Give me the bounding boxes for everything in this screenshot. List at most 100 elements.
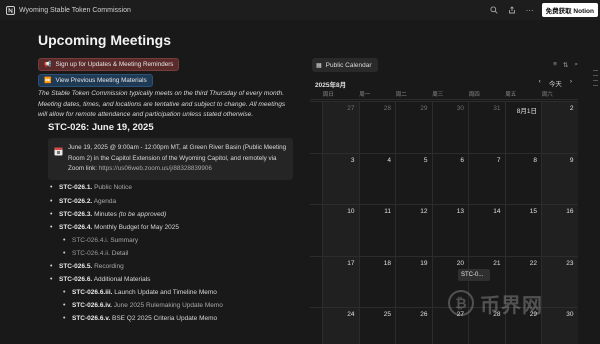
calendar-day[interactable]: 19 <box>395 256 432 308</box>
day-number: 13 <box>456 208 464 215</box>
watermark-text: 币界网 <box>480 294 543 317</box>
weekday-label: 周一 <box>359 92 371 98</box>
public-calendar-label: Public Calendar <box>325 61 372 69</box>
signup-button-label: Sign up for Updates & Meeting Reminders <box>55 61 174 68</box>
agenda-item[interactable]: • STC-026.1. Public Notice <box>50 184 132 191</box>
search-icon[interactable] <box>488 4 500 16</box>
notion-logo-icon <box>5 5 15 15</box>
calendar-day[interactable]: 6 <box>431 153 469 205</box>
next-month-icon[interactable]: › <box>570 78 572 88</box>
calendar-day[interactable]: 31 <box>468 102 505 153</box>
calendar-day[interactable]: 13 <box>431 205 469 256</box>
calendar-grid: 周日 周一 周二 周三 周四 周五 周六 27 28 29 30 31 8月1日 2 3 4 5 6 7 8 9 10 1… <box>310 90 578 344</box>
callout-text: June 19, 2025 @ 9:00am - 12:00pm MT, at … <box>68 143 290 175</box>
day-number: 3 <box>350 156 355 164</box>
calendar-day[interactable]: 4 <box>358 153 396 205</box>
day-number: 9 <box>569 156 574 164</box>
calendar-day[interactable]: 16 <box>541 205 578 256</box>
watermark: ₿ 币界网 <box>448 286 588 320</box>
calendar-tools: ≡ ⇅ ⌕ <box>553 61 578 69</box>
calendar-day[interactable]: 3 <box>322 153 359 205</box>
day-number: 25 <box>383 311 391 318</box>
double-arrow-icon: ⏩ <box>44 78 52 84</box>
agenda-item[interactable]: • STC-026.6. Additional Materials <box>50 276 150 283</box>
agenda-item[interactable]: • STC-026.2. Agenda <box>50 198 116 205</box>
calendar-view-icon: ▦ <box>316 62 322 69</box>
window-title: Wyoming Stable Token Commission <box>19 6 131 14</box>
calendar-day[interactable]: 10 <box>322 205 359 256</box>
day-number: 20 <box>456 259 464 267</box>
weekday-label: 周三 <box>432 92 444 98</box>
month-label: 2025年8月 <box>315 82 347 89</box>
zoom-link[interactable]: https://us06web.zoom.us/j/88328839906 <box>99 165 212 172</box>
day-number: 28 <box>383 105 391 112</box>
day-number: 17 <box>347 259 355 267</box>
calendar-day[interactable]: 8月1日 <box>504 102 542 153</box>
day-number: 6 <box>460 156 464 164</box>
agenda-subitem[interactable]: • STC-026.4.i. Summary <box>63 237 138 244</box>
meeting-heading: STC-026: June 19, 2025 <box>48 122 154 133</box>
share-icon[interactable] <box>506 4 518 16</box>
calendar-day[interactable]: 9 <box>541 153 578 205</box>
calendar-day[interactable]: 17 <box>322 256 359 308</box>
calendar-day[interactable]: 30 <box>431 102 469 153</box>
calendar-day[interactable]: 18 <box>358 256 396 308</box>
signup-button[interactable]: 📢 Sign up for Updates & Meeting Reminder… <box>38 58 180 71</box>
day-number: 12 <box>420 208 428 215</box>
get-notion-button[interactable]: 免费获取 Notion <box>541 3 598 17</box>
day-number: 31 <box>493 105 501 112</box>
previous-materials-button[interactable]: ⏩ View Previous Meeting Materials <box>38 74 153 87</box>
day-number: 8 <box>533 156 537 164</box>
calendar-icon <box>54 143 63 156</box>
meeting-callout: June 19, 2025 @ 9:00am - 12:00pm MT, at … <box>48 138 293 180</box>
weekday-label: 周日 <box>322 92 334 98</box>
day-number: 21 <box>493 259 501 267</box>
calendar-day[interactable]: 2 <box>541 102 578 153</box>
calendar-day[interactable]: 11 <box>358 205 396 256</box>
calendar-day[interactable]: 5 <box>395 153 432 205</box>
megaphone-icon: 📢 <box>44 62 52 68</box>
previous-materials-label: View Previous Meeting Materials <box>55 77 147 84</box>
more-icon[interactable]: ⋯ <box>524 4 536 16</box>
day-number: 24 <box>347 311 355 318</box>
top-bar: Wyoming Stable Token Commission ⋯ 免费获取 N… <box>0 0 600 20</box>
calendar-day[interactable]: 26 <box>395 308 432 344</box>
day-number: 29 <box>420 105 428 112</box>
today-button[interactable]: 今天 <box>549 78 562 88</box>
day-number: 18 <box>383 259 391 267</box>
calendar-event[interactable]: STC-0... <box>458 269 490 281</box>
agenda-subitem[interactable]: • STC-026.6.v. BSE Q2 2025 Criteria Updat… <box>63 315 217 322</box>
calendar-nav: ‹ 今天 › <box>539 78 572 88</box>
calendar-day[interactable]: 14 <box>468 205 505 256</box>
day-number: 5 <box>423 156 428 164</box>
day-number: 14 <box>493 208 501 215</box>
prev-month-icon[interactable]: ‹ <box>539 78 541 88</box>
calendar-day[interactable]: 12 <box>395 205 432 256</box>
filter-icon[interactable]: ≡ <box>553 61 557 69</box>
day-number: 22 <box>529 259 537 267</box>
agenda-item[interactable]: • STC-026.5. Recording <box>50 263 124 270</box>
agenda-item[interactable]: • STC-026.3. Minutes (to be approved) <box>50 211 166 218</box>
agenda-item[interactable]: • STC-026.4. Monthly Budget for May 2025 <box>50 224 179 231</box>
calendar-day[interactable]: 28 <box>358 102 396 153</box>
day-number: 16 <box>566 208 574 215</box>
agenda-subitem[interactable]: • STC-026.6.iv. June 2025 Rulemaking Upda… <box>63 302 223 309</box>
calendar-week: 3 4 5 6 7 8 9 <box>310 152 578 205</box>
agenda-subitem[interactable]: • STC-026.6.iii. Launch Update and Timeli… <box>63 289 217 296</box>
calendar-day[interactable]: 15 <box>504 205 542 256</box>
day-number: 23 <box>566 259 574 267</box>
calendar-day[interactable]: 29 <box>395 102 432 153</box>
calendar-day[interactable]: 8 <box>504 153 542 205</box>
scroll-indicator[interactable] <box>593 70 598 100</box>
calendar-search-icon[interactable]: ⌕ <box>574 61 578 69</box>
calendar-day[interactable]: 7 <box>468 153 505 205</box>
public-calendar-tab[interactable]: ▦ Public Calendar <box>312 58 378 72</box>
agenda-subitem[interactable]: • STC-026.4.ii. Detail <box>63 250 128 257</box>
sort-icon[interactable]: ⇅ <box>563 61 568 69</box>
day-number: 8月1日 <box>516 108 537 115</box>
calendar-week: 10 11 12 13 14 15 16 <box>310 204 578 256</box>
calendar-day[interactable]: 25 <box>358 308 396 344</box>
weekday-label: 周二 <box>395 92 407 98</box>
calendar-day[interactable]: 27 <box>322 102 359 153</box>
calendar-day[interactable]: 24 <box>322 308 359 344</box>
